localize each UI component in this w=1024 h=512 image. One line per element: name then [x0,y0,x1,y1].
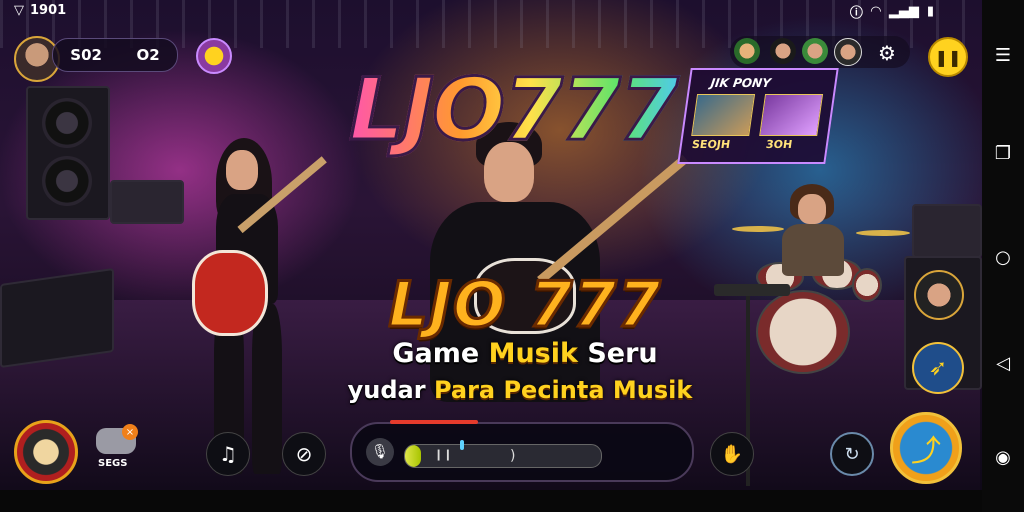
player-stats-pill: S02 O2 [52,38,178,72]
player-stat-2: O2 [136,46,160,64]
game-screen: LJO777 LJO 777 Game Musik Seru yudar Par… [0,0,1024,512]
guitar-icon-button[interactable]: ♫ [206,432,250,476]
hand-icon: ✋ [720,443,744,465]
brand-text: LJO 777 [387,267,662,343]
pause-icon: ❚❚ [934,47,962,67]
song-progress-fill [405,445,421,467]
tagline-2-part-a: yudar [347,376,434,404]
replay-icon: ↻ [844,443,860,465]
amp-left [110,180,184,224]
controller-label: SEGS [98,458,128,469]
tagline-2-part-b: Para Pecinta Musik [433,376,693,404]
drum-meter-icon[interactable] [14,420,78,484]
guitar-pick-button[interactable]: ➶ [912,342,964,394]
play-icon: ⤴ [911,434,941,469]
promo-card[interactable]: JIK PONY SEOJH 3OH [677,68,839,164]
speaker-stack-left [26,86,110,220]
cymbal-left [732,226,784,232]
bottom-nav-strip [0,490,982,512]
player-stat-1: S02 [70,46,102,64]
cell-signal-icon: ▂▄▆ [888,4,919,19]
drum-bass [756,290,850,374]
system-nav-bar: ☰ ❐ ○ ◁ ◉ [982,0,1024,512]
tagline-line-2: yudar Para Pecinta Musik [330,376,710,404]
tagline-1-part-a: Game [392,338,489,369]
signal-icon: ▽ [14,3,24,18]
pause-button[interactable]: ❚❚ [928,37,968,77]
promo-label-right: 3OH [765,138,794,151]
promo-image-right [759,94,824,136]
promo-title: JIK PONY [709,76,772,90]
guitar-icon: ♫ [219,442,237,466]
mute-icon: ⊘ [295,442,313,466]
friend-avatar-1[interactable] [734,38,760,64]
tagline-1-part-b: Musik [488,338,578,369]
gear-icon[interactable]: ⚙ [874,40,900,66]
wifi-icon: ◠ [870,4,881,19]
cymbal-right [856,230,910,236]
mute-button[interactable]: ⊘ [282,432,326,476]
friend-avatar-2[interactable] [770,38,796,64]
back-icon[interactable]: ◁ [992,352,1014,374]
progress-red-marker [390,420,478,424]
promo-label-left: SEOJH [691,138,732,151]
guitar-red [192,250,268,336]
microphone-icon: 🎙 [371,444,389,460]
battery-icon: ▮ [926,4,934,19]
controller-badge: × [122,424,138,440]
play-button[interactable]: ⤴ [890,412,962,484]
progress-pause-icon: ❙❙ [434,448,453,461]
tagline-line-1: Game Musik Seru [350,338,700,369]
smile-badge-icon[interactable] [196,38,232,74]
status-bar: ▽ 1901 ⓘ ◠ ▂▄▆ ▮ M [0,0,1024,22]
drum-floor-tom [852,268,882,302]
mic-stand-head [714,284,790,296]
microphone-button[interactable]: 🎙 [366,438,394,466]
friend-avatar-4[interactable] [834,38,862,66]
floor-monitor-left [0,267,114,369]
band-member-button[interactable] [914,270,964,320]
promo-image-left [691,94,756,136]
replay-button[interactable]: ↻ [830,432,874,476]
song-progress-panel: 🎙 ❙❙ ) [350,420,694,482]
progress-tick-icon [460,440,464,450]
hand-icon-button[interactable]: ✋ [710,432,754,476]
menu-icon[interactable]: ☰ [992,44,1014,66]
game-logo: LJO777 [338,59,688,162]
home-icon[interactable]: ○ [992,246,1014,268]
copy-icon[interactable]: ❐ [992,142,1014,164]
progress-end-marker: ) [510,448,516,464]
tagline-1-part-c: Seru [577,338,658,369]
amp-right [912,204,982,258]
alert-icon: ⓘ [849,6,863,21]
friend-avatar-3[interactable] [802,38,828,64]
location-icon[interactable]: ◉ [992,446,1014,468]
status-time: 1901 [30,3,67,18]
